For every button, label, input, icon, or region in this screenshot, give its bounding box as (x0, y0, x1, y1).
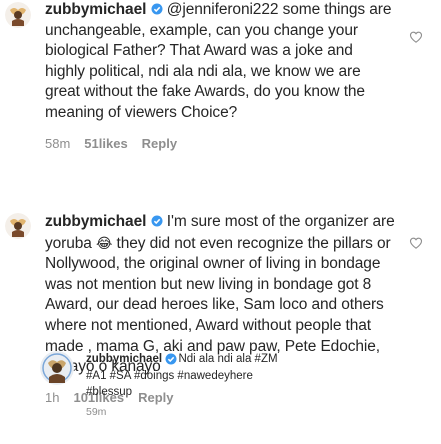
comment-body-line-1: Ndi ala ndi ala #ZM (178, 353, 278, 365)
comment-time: 58m (45, 136, 71, 151)
comment-text: zubbymichael Ndi ala ndi ala #ZM #A1 #SA… (86, 351, 386, 401)
comment-body-line-2: #A1 #SA #doings #nawedeyhere (86, 369, 253, 382)
comment-1: zubbymichael @jenniferoni222 some things… (0, 0, 441, 150)
comment-body-line-3: #blessup (86, 386, 133, 398)
reply-button[interactable]: Reply (142, 136, 177, 151)
avatar[interactable] (5, 213, 31, 239)
comment-username[interactable]: zubbymichael (45, 213, 146, 230)
avatar[interactable] (40, 351, 74, 385)
laughing-emoji-icon: 😂 (96, 234, 113, 251)
heart-outline-icon[interactable] (409, 236, 423, 250)
comment-username[interactable]: zubbymichael (86, 353, 162, 365)
heart-outline-icon[interactable] (409, 30, 423, 44)
comment-username[interactable]: zubbymichael (45, 1, 146, 18)
comment-text: zubbymichael @jenniferoni222 some things… (45, 0, 395, 124)
comment-time: 59m (86, 406, 107, 418)
comment-1-meta: 58m 51likes Reply (45, 136, 177, 151)
verified-badge-icon (151, 3, 163, 15)
comment-time: 1h (45, 390, 60, 405)
comment-likes[interactable]: 51likes (84, 136, 127, 151)
comment-mention[interactable]: @jenniferoni222 (167, 1, 279, 18)
verified-badge-icon (151, 215, 163, 227)
verified-badge-icon (165, 353, 177, 365)
avatar[interactable] (5, 2, 31, 28)
comment-body: some things are unchangeable, example, c… (45, 1, 392, 121)
